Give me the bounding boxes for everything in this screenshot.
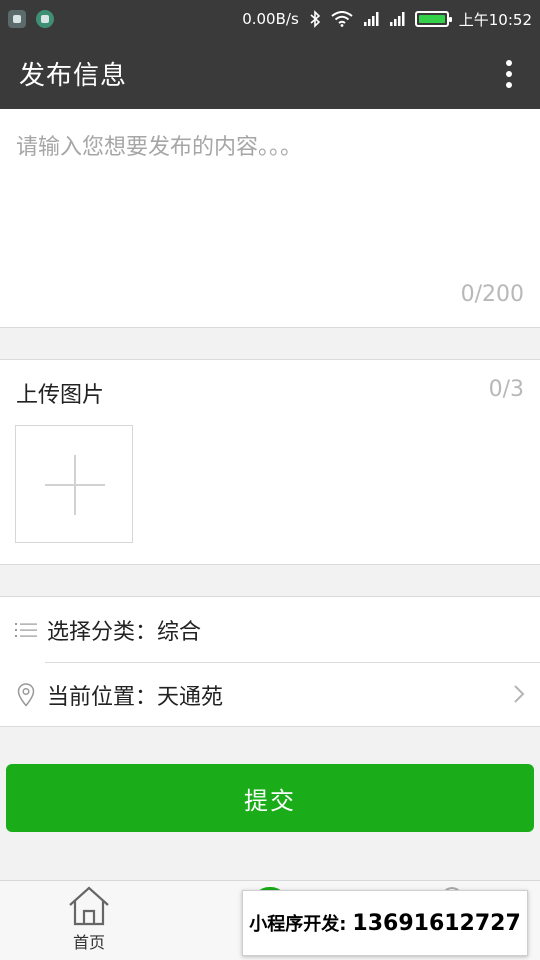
- home-icon: [69, 886, 109, 926]
- add-image-button[interactable]: [15, 425, 133, 543]
- category-label: 选择分类：: [47, 619, 158, 645]
- signal-icon: [389, 12, 405, 26]
- bluetooth-icon: [310, 10, 320, 28]
- submit-button[interactable]: 提交: [6, 764, 534, 832]
- location-value: 天通苑: [157, 684, 224, 710]
- category-value: 综合: [157, 619, 202, 645]
- content-placeholder: 请输入您想要发布的内容。。。: [16, 135, 303, 160]
- tab-home[interactable]: 首页: [58, 885, 120, 957]
- network-speed: 0.00B/s: [242, 10, 299, 28]
- title-bar: 发布信息: [0, 38, 540, 109]
- status-time: 上午10:52: [458, 10, 532, 29]
- gallery-icon: [8, 10, 26, 28]
- content-textarea[interactable]: 请输入您想要发布的内容。。。 0/200: [0, 109, 540, 328]
- location-pin-icon: [15, 682, 37, 707]
- upload-label: 上传图片: [16, 383, 105, 408]
- watermark-label: 小程序开发:: [249, 914, 347, 935]
- location-row[interactable]: 当前位置： 天通苑: [0, 662, 540, 727]
- page-title: 发布信息: [19, 61, 128, 91]
- options-section: 选择分类： 综合 当前位置： 天通苑: [0, 596, 540, 727]
- chevron-right-icon: [514, 685, 525, 703]
- tab-home-label: 首页: [72, 933, 105, 952]
- location-label: 当前位置：: [47, 684, 158, 710]
- more-vertical-icon[interactable]: [497, 56, 521, 92]
- app-icon: [36, 10, 54, 28]
- battery-level: [418, 15, 445, 23]
- char-counter: 0/200: [460, 282, 524, 307]
- status-bar: 0.00B/s 上午10:52: [0, 0, 540, 38]
- watermark-phone: 13691612727: [352, 910, 521, 936]
- status-right: 0.00B/s 上午10:52: [242, 9, 532, 30]
- signal-icon: [363, 12, 379, 26]
- upload-section: 上传图片 0/3: [0, 359, 540, 565]
- upload-counter: 0/3: [488, 377, 524, 402]
- battery-icon: [414, 11, 452, 27]
- list-icon: [15, 619, 37, 641]
- category-row[interactable]: 选择分类： 综合: [0, 597, 540, 662]
- wifi-icon: [331, 11, 353, 27]
- watermark-overlay: 小程序开发: 13691612727: [242, 890, 528, 956]
- status-left: [8, 10, 54, 28]
